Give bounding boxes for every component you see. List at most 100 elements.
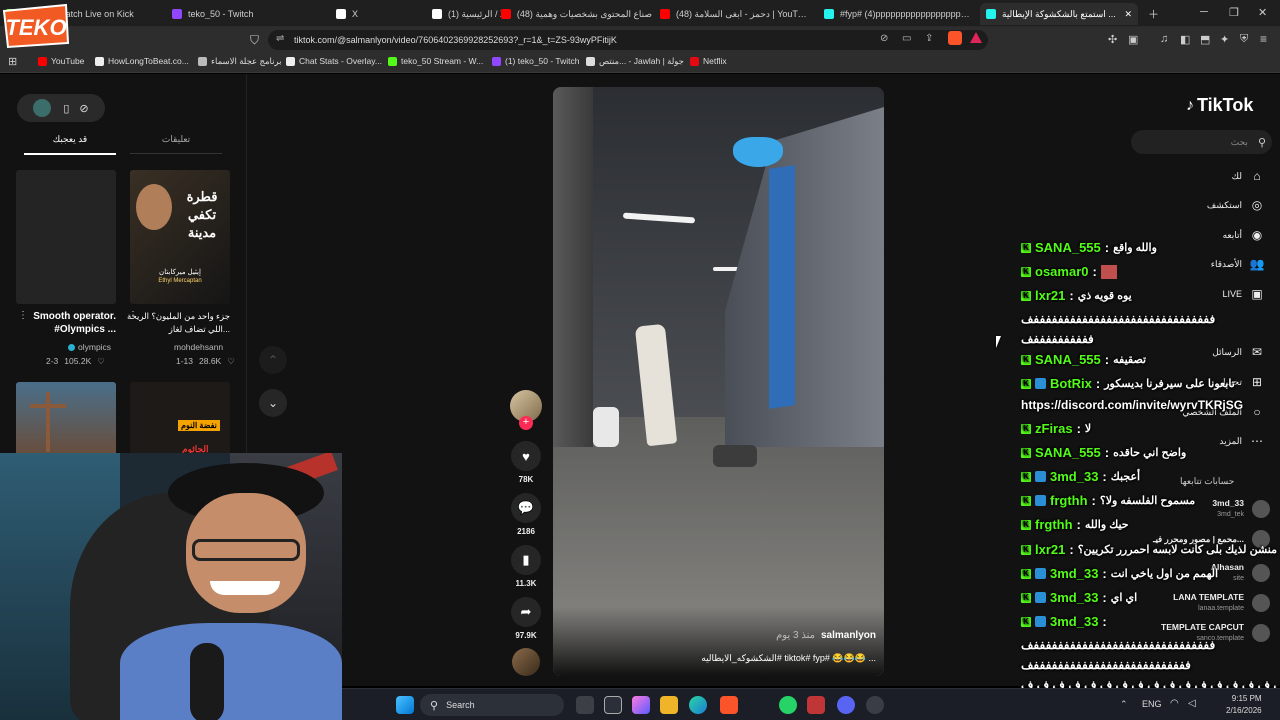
next-video-button[interactable]: ⌄ — [259, 389, 287, 417]
search-icon[interactable]: ⚲ — [1258, 136, 1266, 149]
following-account[interactable]: 3md_33 3md_tek — [1212, 498, 1270, 520]
brave-shield-icon[interactable] — [948, 31, 962, 45]
music-disc-icon[interactable] — [512, 648, 540, 676]
widgets-icon[interactable] — [604, 696, 622, 714]
tiktok-logo[interactable]: ♪ TikTok — [1186, 95, 1253, 116]
video-card-thumbnail[interactable]: نفضة النوم الجاثوم — [130, 382, 230, 462]
browser-tab[interactable]: (48) صناع المحتوى بشخصيات وهمية — [492, 3, 658, 25]
nav-item-more[interactable]: المزيد ⋯ — [1219, 434, 1264, 448]
compass-icon[interactable]: ⊘ — [79, 102, 88, 115]
video-card-author[interactable]: mohdehsann — [174, 342, 223, 352]
music-icon[interactable]: ♫ — [1160, 33, 1168, 45]
bookmark-icon[interactable]: ⛉ — [250, 33, 259, 48]
file-explorer-icon[interactable] — [660, 696, 678, 714]
bookmark-item[interactable]: برنامج عجلة الاسماء — [198, 56, 282, 67]
brave-browser-icon[interactable] — [720, 696, 738, 714]
following-account[interactable]: LANA TEMPLATE lanaa.template — [1173, 592, 1270, 614]
vpn-icon[interactable]: ⬒ — [1200, 33, 1210, 46]
more-options-icon[interactable]: ⋮ — [18, 310, 28, 321]
new-tab-icon[interactable]: ＋ — [1148, 6, 1159, 22]
share-icon[interactable]: ⇪ — [925, 33, 933, 44]
site-info-icon[interactable]: ⇌ — [276, 33, 284, 44]
tray-chevron-icon[interactable]: ⌃ — [1120, 699, 1128, 710]
nav-item-home[interactable]: لك ⌂ — [1232, 169, 1264, 183]
menu-icon[interactable]: ≡ — [1260, 32, 1267, 46]
bookmark-label: teko_50 Stream - W... — [401, 56, 484, 66]
browser-tab[interactable]: X — [330, 3, 420, 25]
tab-for-you[interactable]: قد يعجبك — [24, 134, 116, 155]
video-card-author[interactable]: olympics — [68, 342, 111, 352]
bookmark-icon: ▮ — [522, 552, 530, 567]
extensions-icon[interactable]: ✣ — [1108, 33, 1117, 46]
bookmark-item[interactable]: YouTube — [38, 56, 84, 66]
discord-icon[interactable] — [837, 696, 855, 714]
bookmark-item[interactable]: teko_50 Stream - W... — [388, 56, 483, 66]
video-card-caption[interactable]: جزء واحد من المليون؟ الريحة اللي تضاف لغ… — [126, 310, 230, 336]
video-player[interactable]: منذ 3 يوم salmanlyon الشكشوكه_الايطاليه#… — [553, 87, 884, 676]
follow-plus-icon[interactable]: + — [519, 416, 533, 430]
chat-username: BotRix — [1050, 376, 1092, 391]
nav-item-friends[interactable]: الأصدقاء 👥 — [1210, 257, 1265, 271]
video-card-thumbnail[interactable]: قطرة تكفي مدينة إيثيل ميركابتان Ethyl Me… — [130, 170, 230, 304]
volume-icon[interactable]: ◁ — [1188, 698, 1196, 709]
wifi-icon[interactable]: ◠ — [1170, 698, 1179, 709]
previous-video-button[interactable]: ⌃ — [259, 346, 287, 374]
language-indicator[interactable]: ENG — [1142, 699, 1162, 709]
restore-icon[interactable]: ❐ — [1229, 6, 1239, 19]
nav-item-messages[interactable]: الرسائل ✉ — [1212, 345, 1264, 359]
shield-icon[interactable]: ⛨ — [1240, 33, 1248, 46]
brave-rewards-icon[interactable] — [970, 32, 982, 43]
bookmark-item[interactable]: منتص... - Jawlah | جولة — [586, 56, 684, 67]
nav-item-label: الأصدقاء — [1210, 258, 1242, 269]
chat-separator: : — [1102, 590, 1107, 605]
windows-start-icon[interactable] — [396, 696, 414, 714]
video-caption[interactable]: الشكشوكه_الايطاليه# tiktok# fyp# 😂😂😂 ... — [701, 653, 876, 664]
clock[interactable]: 9:15 PM 2/16/2026 — [1226, 693, 1262, 717]
chat-message: Klxr21: منشن لذيك بلى كانت لابسه احمررر ت… — [1021, 542, 1277, 557]
video-card-thumbnail[interactable] — [16, 382, 116, 462]
task-view-icon[interactable] — [576, 696, 594, 714]
share-button[interactable]: ➦ — [511, 597, 541, 627]
bookmark-item[interactable]: HowLongToBeat.co... — [95, 56, 189, 66]
taskbar-search[interactable]: ⚲ Search — [420, 694, 564, 716]
browser-tab[interactable]: #fyp# (4)pppppppppppppppppppp — [818, 3, 978, 25]
wallet-icon[interactable]: ▣ — [1128, 33, 1138, 46]
video-author[interactable]: salmanlyon — [821, 630, 876, 641]
mouse-cursor-icon — [996, 336, 1001, 348]
browser-tab[interactable]: teko_50 - Twitch — [166, 3, 324, 25]
smile — [210, 581, 280, 595]
search-input[interactable]: بحث ⚲ — [1131, 130, 1272, 154]
bookmark-item[interactable]: Chat Stats - Overlay... — [286, 56, 382, 66]
following-account[interactable]: Alhasan site — [1211, 562, 1270, 584]
bookmark-item[interactable]: Netflix — [690, 56, 727, 66]
avatar[interactable] — [33, 99, 52, 117]
save-button[interactable]: ▮ — [511, 545, 541, 575]
close-window-icon[interactable]: ✕ — [1258, 6, 1267, 19]
obs-icon[interactable] — [866, 696, 884, 714]
video-card-caption[interactable]: Smooth operator. #Olympics ... — [16, 310, 116, 336]
nav-item-live[interactable]: LIVE ▣ — [1222, 287, 1264, 301]
close-tab-icon[interactable]: ✕ — [1124, 9, 1132, 20]
bookmark-item[interactable]: (1) teko_50 - Twitch — [492, 56, 580, 66]
video-card-thumbnail[interactable] — [16, 170, 116, 304]
more-options-icon[interactable]: ⋮ — [128, 310, 138, 321]
no-tracking-icon[interactable]: ⊘ — [880, 33, 888, 44]
apps-grid-icon[interactable]: ⊞ — [8, 55, 17, 68]
phone-icon[interactable]: ▯ — [63, 102, 69, 115]
svg-text:TEKO: TEKO — [5, 15, 66, 40]
tab-comments[interactable]: تعليقات — [130, 134, 222, 154]
browser-tab[interactable]: استمتع بالشكشوكة الإيطالية ... ✕ — [980, 3, 1138, 25]
edge-icon[interactable] — [689, 696, 707, 714]
app-icon[interactable] — [807, 696, 825, 714]
minimize-icon[interactable]: ─ — [1200, 6, 1208, 18]
like-button[interactable]: ♥ — [511, 441, 541, 471]
screen-icon[interactable]: ▭ — [902, 33, 911, 44]
browser-tab[interactable]: (48) دحمز - ابغى السلامة | YouTube — [654, 3, 816, 25]
leo-icon[interactable]: ✦ — [1220, 33, 1229, 46]
copilot-icon[interactable] — [632, 696, 650, 714]
nav-item-following[interactable]: أتابعه ◉ — [1223, 228, 1264, 242]
sidebar-icon[interactable]: ◧ — [1180, 33, 1190, 46]
nav-item-compass[interactable]: استكشف ◎ — [1207, 198, 1264, 212]
comment-button[interactable]: 💬 — [511, 493, 541, 523]
whatsapp-icon[interactable] — [779, 696, 797, 714]
